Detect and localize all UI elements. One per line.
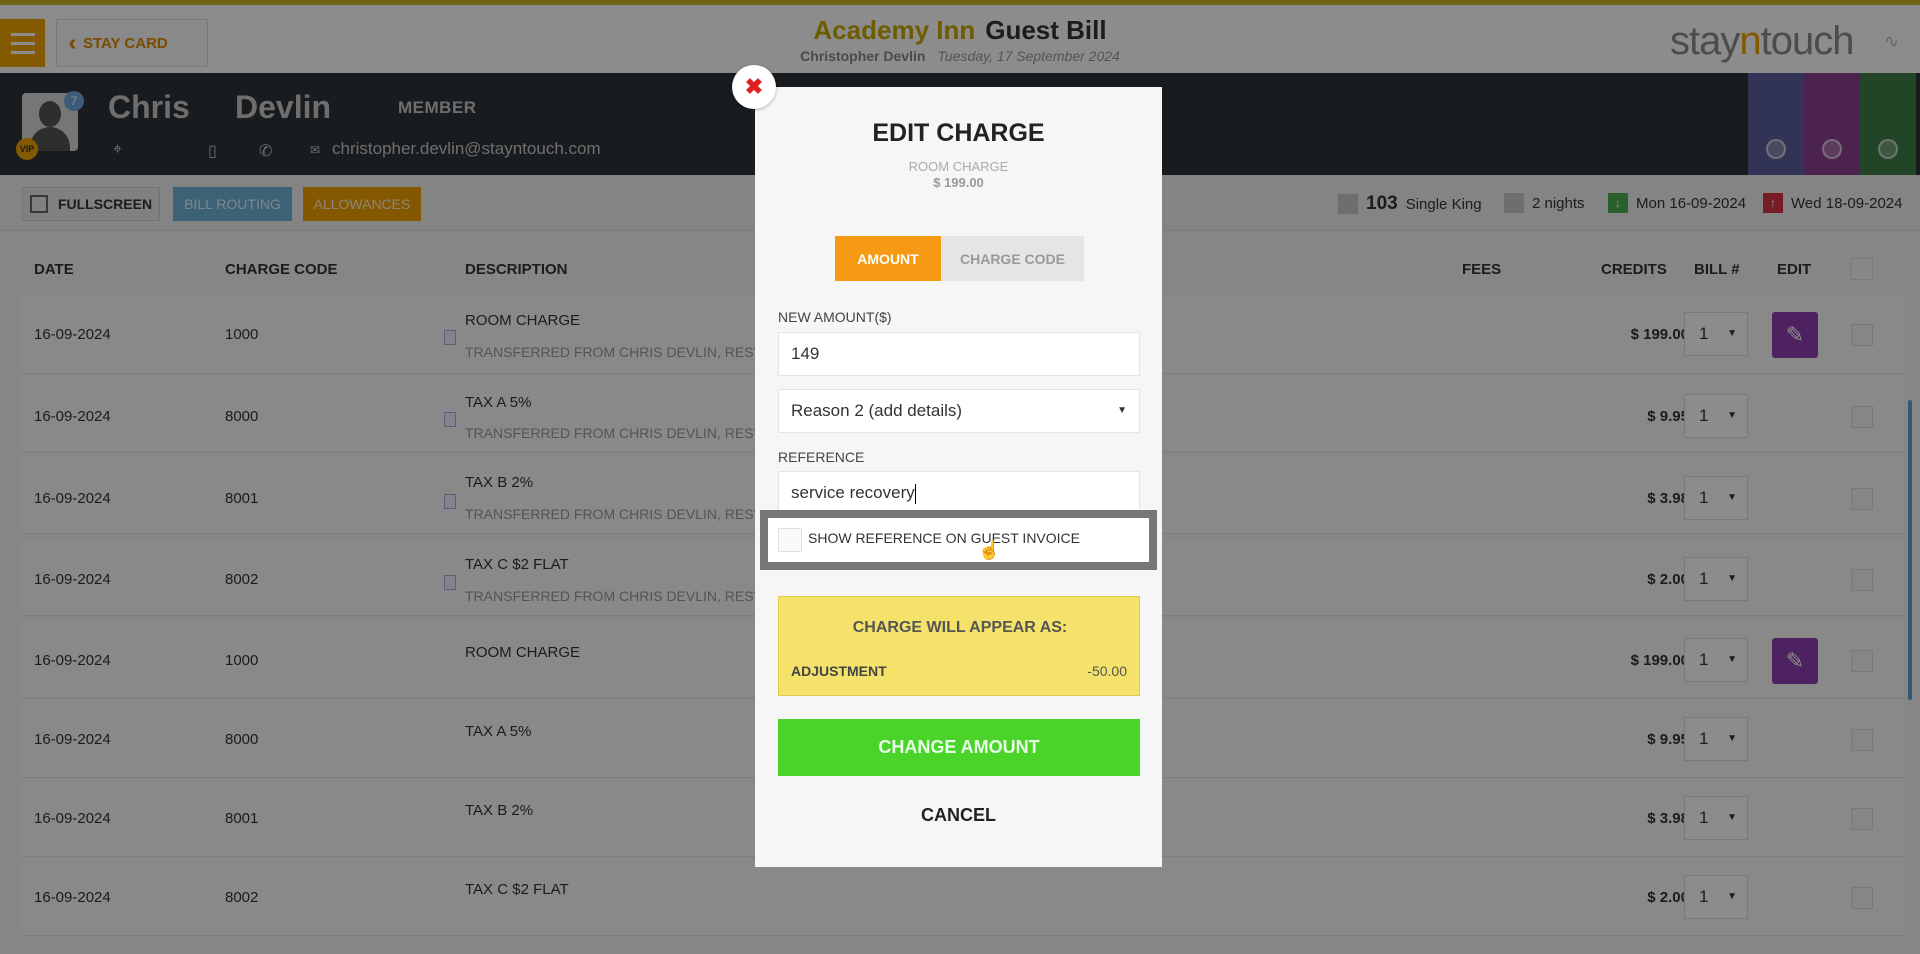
close-icon[interactable]: ✖ [732,65,776,109]
mode-toggle: AMOUNT CHARGE CODE [835,236,1084,281]
charge-amount: $ 199.00 [933,175,984,190]
reference-value: service recovery [791,483,915,502]
reason-select[interactable]: Reason 2 (add details) ▼ [778,389,1140,433]
new-amount-label: NEW AMOUNT($) [778,309,892,325]
modal-title: EDIT CHARGE [872,119,1045,147]
charge-name: ROOM CHARGE [908,159,1009,174]
reason-select-value: Reason 2 (add details) [791,401,963,420]
new-amount-input[interactable]: 149 [778,332,1140,376]
reference-label: REFERENCE [778,449,865,465]
tab-charge-code[interactable]: CHARGE CODE [941,236,1084,281]
caret-down-icon: ▼ [1117,405,1127,416]
tab-amount[interactable]: AMOUNT [835,236,941,281]
reference-input[interactable]: service recovery [778,471,1140,515]
text-cursor [914,483,916,504]
edit-charge-modal: EDIT CHARGE ROOM CHARGE $ 199.00 AMOUNT … [755,87,1162,867]
